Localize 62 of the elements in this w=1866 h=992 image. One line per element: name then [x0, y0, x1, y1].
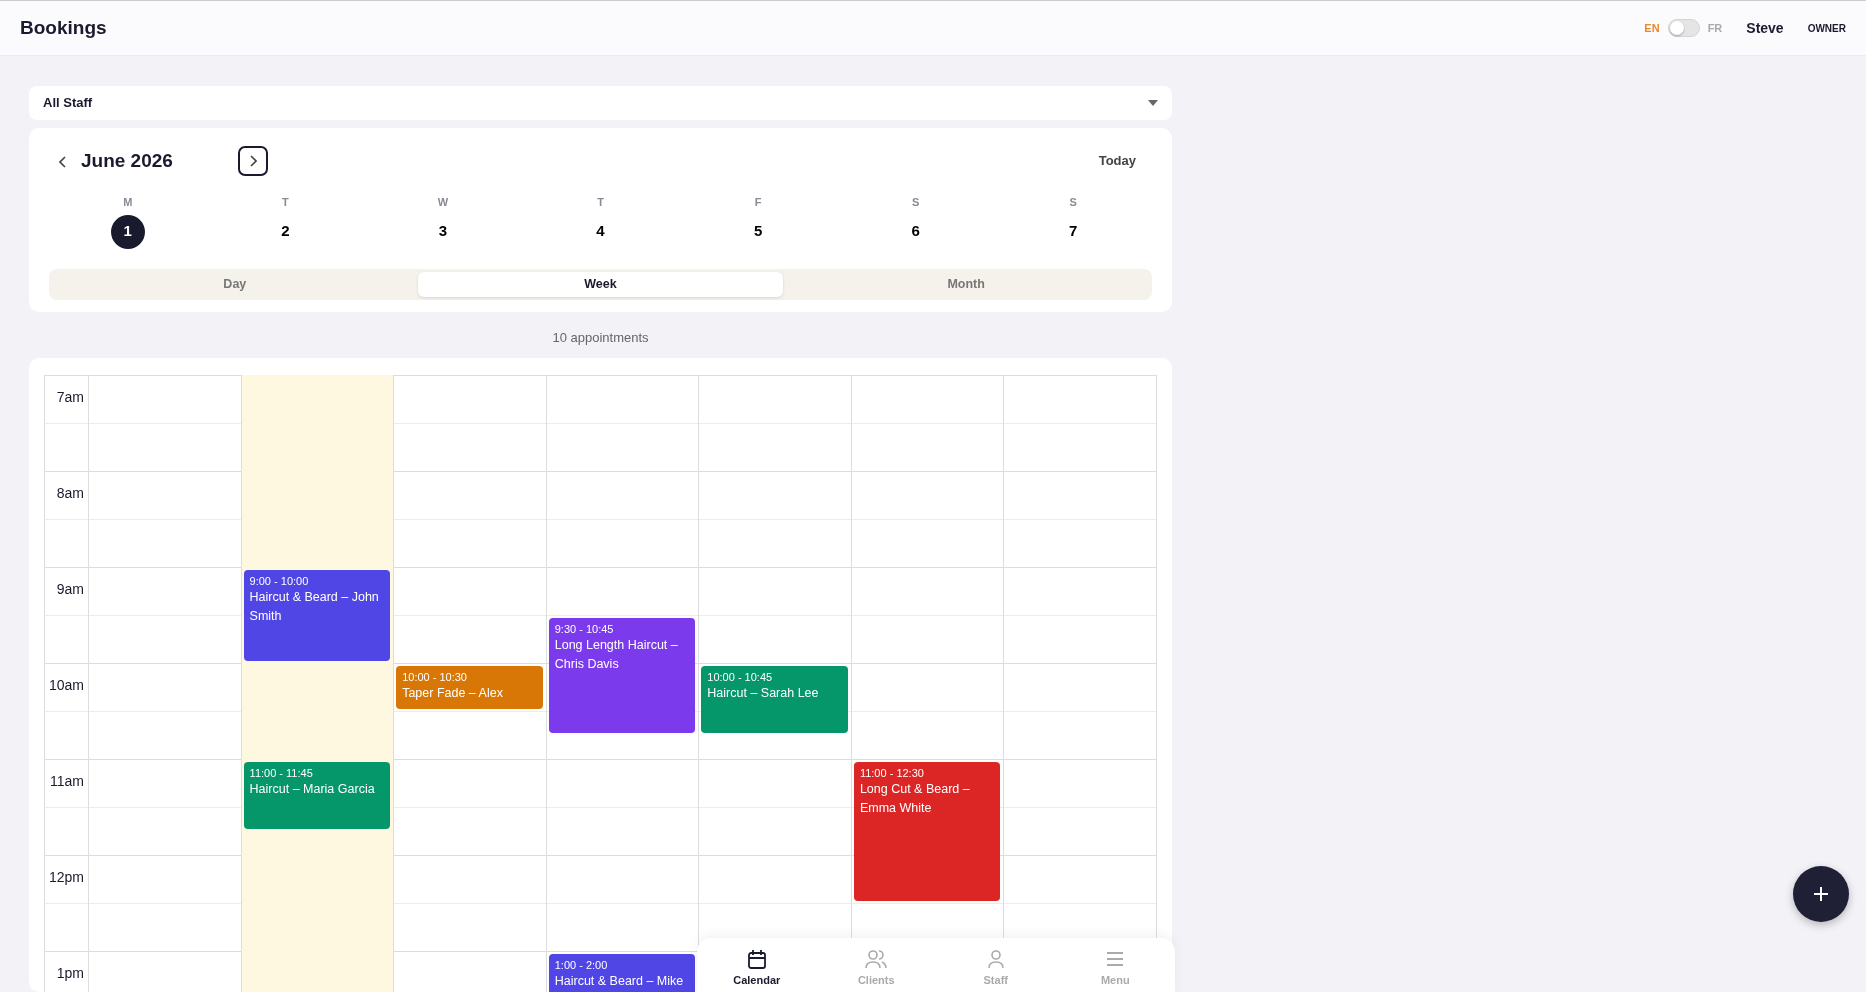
appointment-card[interactable]: 9:30 - 10:45 Long Length Haircut – Chris Davis: [548, 617, 696, 733]
time-label: 9am: [55, 579, 85, 599]
weekday-label: S: [1069, 195, 1077, 210]
appointment-time: 9:00 - 10:00: [249, 573, 310, 588]
chevron-right-icon: [248, 155, 257, 167]
weekday-label: M: [123, 195, 133, 210]
time-label: 1pm: [55, 963, 85, 983]
appointment-time: 1:00 - 2:00: [554, 957, 609, 972]
date-button[interactable]: 4: [583, 214, 618, 249]
appointment-title: Long Length Haircut – Chris Davis: [554, 636, 679, 674]
month-title: June 2026: [81, 148, 173, 173]
appointment-time: 10:00 - 10:30: [402, 669, 468, 684]
page-title: Bookings: [20, 15, 107, 40]
people-icon: [865, 948, 888, 970]
appointment-time: 11:00 - 11:45: [249, 765, 314, 780]
appointment-title: Haircut – Maria Garcia: [249, 780, 376, 798]
appointment-title: Haircut & Beard – Mike: [554, 972, 685, 990]
calendar-icon: [745, 948, 768, 970]
nav-tab[interactable]: Calendar: [697, 938, 817, 992]
appointment-count: 10 appointments: [551, 329, 650, 347]
date-button[interactable]: 3: [425, 214, 460, 249]
weekday-label: T: [282, 195, 289, 210]
appointment-title: Haircut & Beard – John Smith: [249, 588, 380, 626]
caret-icon: [1148, 100, 1158, 106]
date-button[interactable]: 7: [1056, 214, 1091, 249]
appointment-time: 9:30 - 10:45: [554, 621, 615, 636]
appointment-title: Long Cut & Beard – Emma White: [859, 780, 971, 818]
add-button[interactable]: [1793, 866, 1849, 922]
appointment-time: 11:00 - 12:30: [859, 765, 925, 780]
appointment-card[interactable]: 10:00 - 10:45 Haircut – Sarah Lee: [701, 665, 848, 733]
role-label: OWNER: [1807, 21, 1846, 36]
weekday-label: S: [912, 195, 920, 210]
time-label: 10am: [47, 675, 85, 695]
user-name: Steve: [1746, 18, 1784, 38]
time-label: 11am: [49, 771, 85, 791]
next-button[interactable]: [237, 146, 268, 176]
chevron-left-icon: [59, 155, 67, 168]
staff-dropdown[interactable]: All Staff: [29, 86, 1172, 120]
appointment-time: 10:00 - 10:45: [707, 669, 774, 684]
appointment-card[interactable]: 1:00 - 2:00 Haircut & Beard – Mike: [548, 953, 696, 992]
date-button[interactable]: 2: [268, 214, 303, 249]
date-button[interactable]: 1: [110, 214, 145, 249]
plus-icon: [1812, 885, 1830, 903]
weekday-label: F: [754, 195, 762, 210]
weekday-label: W: [437, 195, 449, 210]
view-tab[interactable]: Week: [417, 271, 784, 297]
time-label: 7am: [55, 387, 85, 407]
view-tab[interactable]: Month: [783, 271, 1149, 297]
language-toggle[interactable]: [1667, 19, 1700, 37]
weekday-label: T: [597, 195, 604, 210]
time-label: 12pm: [47, 867, 85, 887]
appointment-card[interactable]: 10:00 - 10:30 Taper Fade – Alex: [396, 665, 543, 709]
appointment-card[interactable]: 9:00 - 10:00 Haircut & Beard – John Smith: [243, 569, 391, 661]
today-button[interactable]: Today: [1092, 150, 1142, 172]
appointment-card[interactable]: 11:00 - 11:45 Haircut – Maria Garcia: [243, 761, 391, 829]
view-tab[interactable]: Day: [52, 271, 418, 297]
date-button[interactable]: 5: [741, 214, 776, 249]
date-button[interactable]: 6: [898, 214, 933, 249]
appointment-title: Taper Fade – Alex: [402, 684, 504, 702]
appointment-card[interactable]: 11:00 - 12:30 Long Cut & Beard – Emma White: [853, 761, 1001, 901]
appointment-title: Haircut – Sarah Lee: [707, 684, 820, 702]
time-label: 8am: [55, 483, 85, 503]
